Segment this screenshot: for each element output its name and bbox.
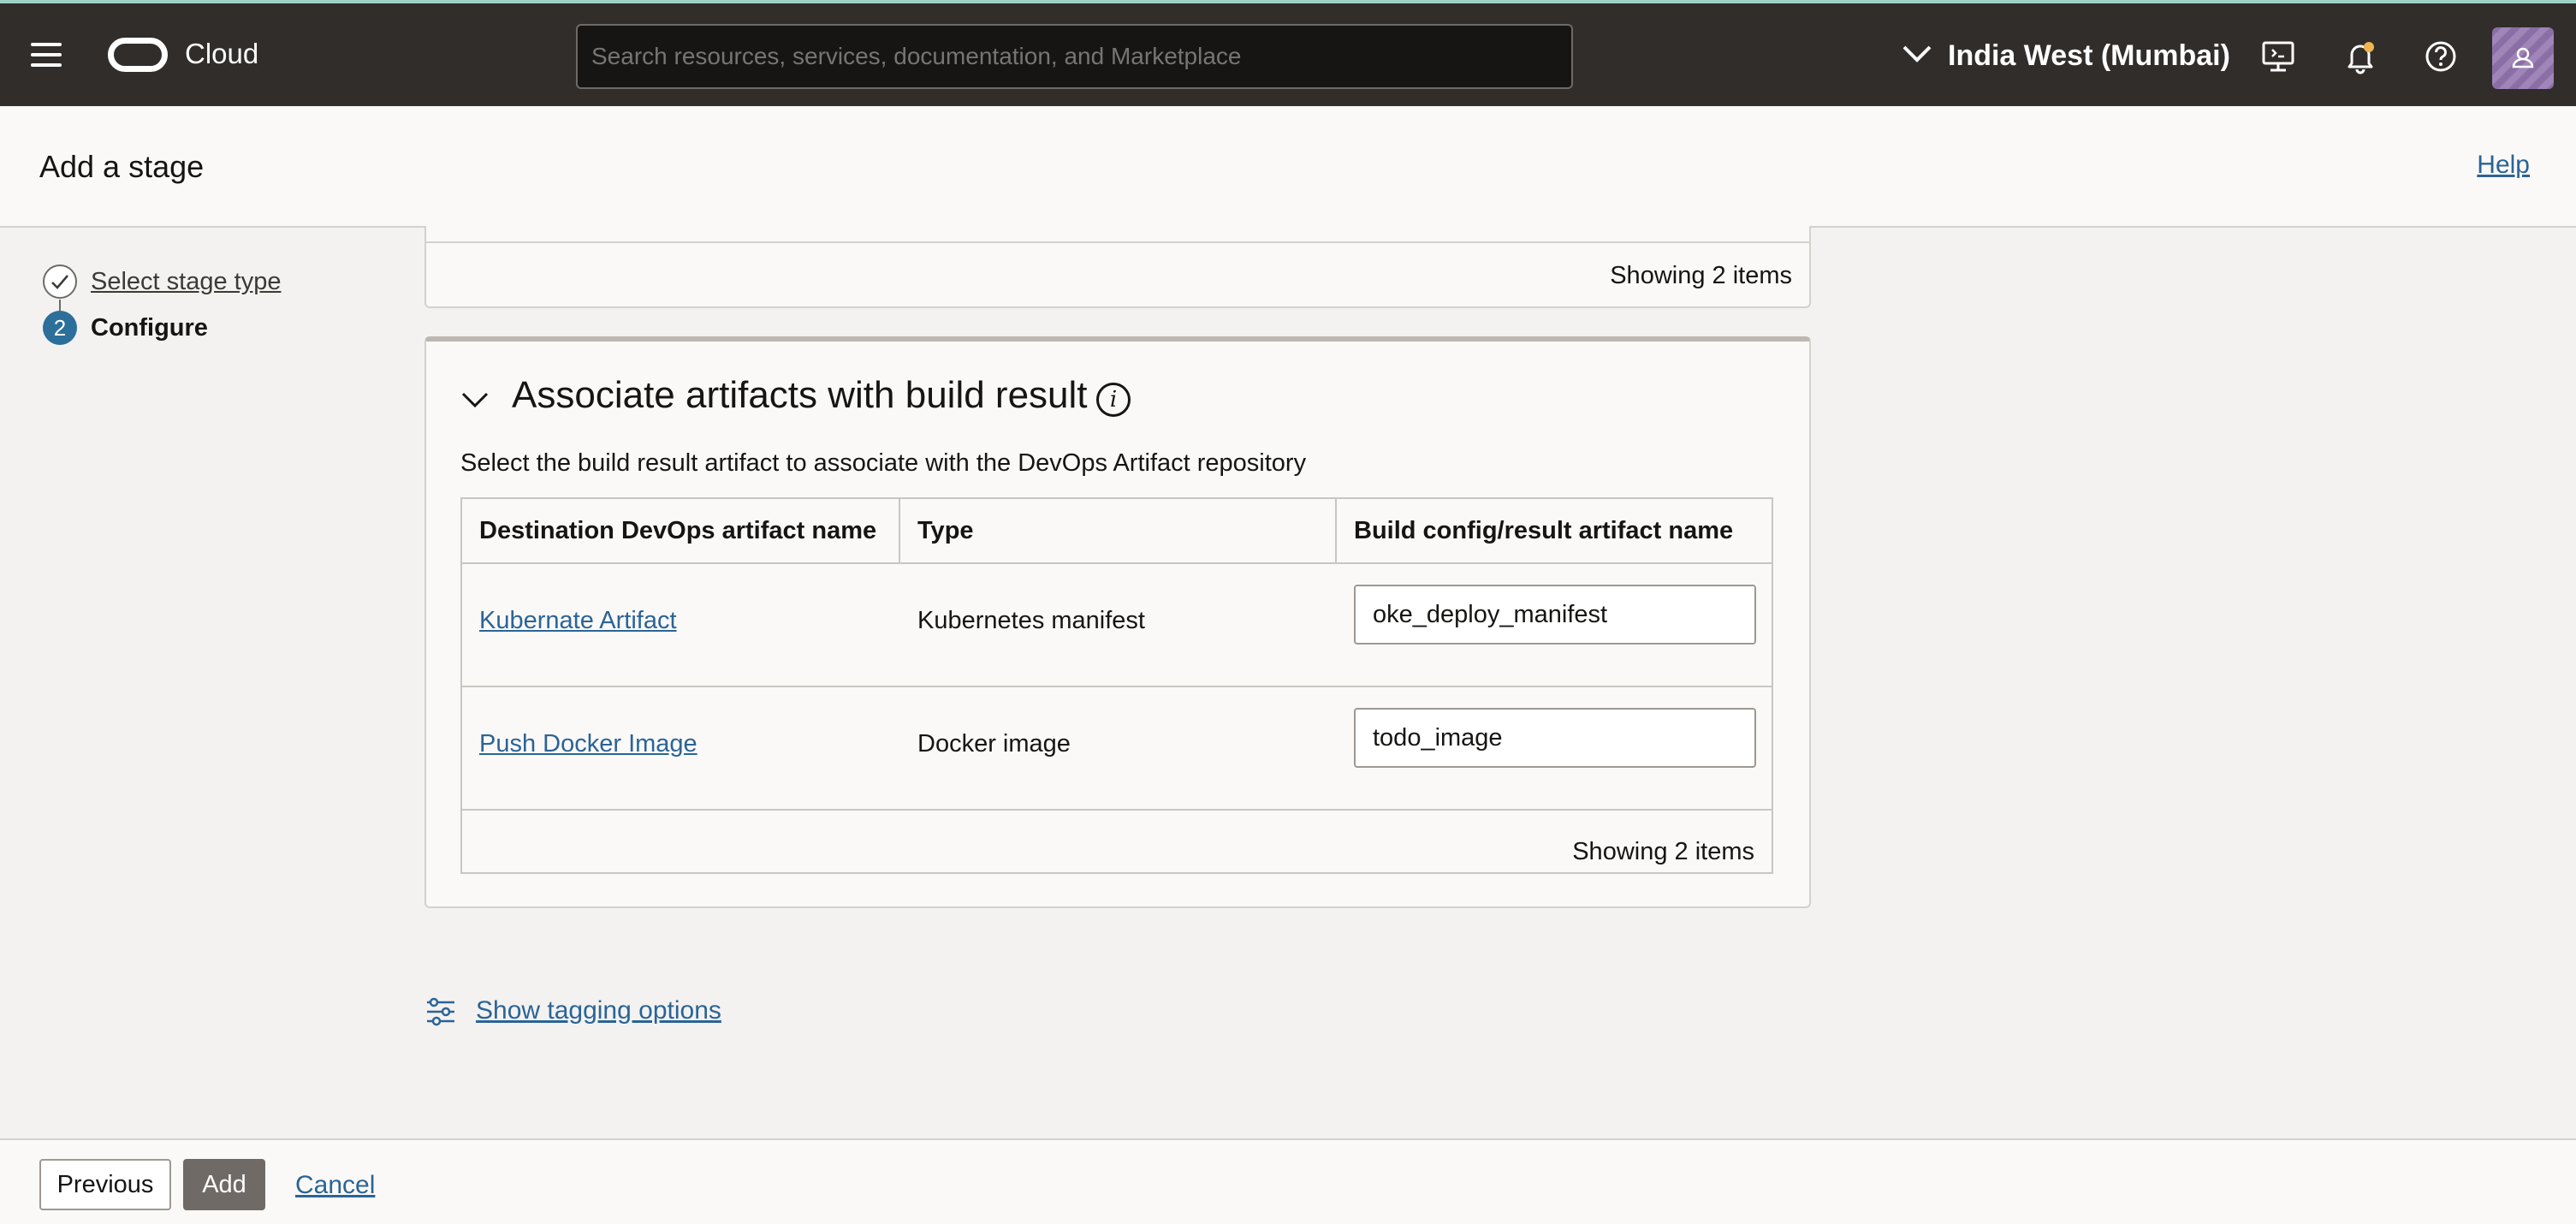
artifact-type: Kubernetes manifest	[917, 607, 1145, 634]
user-avatar[interactable]	[2492, 27, 2554, 89]
artifact-type: Docker image	[917, 730, 1071, 758]
page-header: Add a stage Help	[0, 106, 2576, 228]
sliders-icon[interactable]	[424, 995, 457, 1028]
menu-icon[interactable]	[31, 43, 62, 67]
info-icon[interactable]: i	[1096, 383, 1131, 417]
divider	[462, 809, 1772, 811]
section-description: Select the build result artifact to asso…	[460, 449, 1307, 477]
column-header: Build config/result artifact name	[1354, 517, 1734, 544]
divider	[426, 241, 1809, 243]
add-button[interactable]: Add	[183, 1159, 265, 1210]
user-icon	[2512, 47, 2534, 68]
cancel-link[interactable]: Cancel	[295, 1171, 375, 1200]
step-label: Configure	[91, 314, 208, 342]
artifact-result-name-input[interactable]	[1354, 708, 1756, 768]
cloud-shell-icon[interactable]	[2259, 38, 2297, 75]
chevron-down-icon[interactable]	[460, 391, 490, 408]
check-icon	[43, 264, 77, 299]
column-header: Destination DevOps artifact name	[462, 499, 900, 562]
item-count: Showing 2 items	[1572, 838, 1754, 865]
column-header: Type	[900, 499, 1337, 562]
artifacts-table: Destination DevOps artifact name Type Bu…	[460, 497, 1773, 874]
step-label[interactable]: Select stage type	[91, 268, 281, 296]
footer-action-bar: Previous Add Cancel	[0, 1138, 2576, 1224]
show-tagging-options-link[interactable]: Show tagging options	[476, 996, 721, 1025]
help-link[interactable]: Help	[2477, 151, 2530, 180]
associate-artifacts-section: Associate artifacts with build result i …	[424, 336, 1811, 908]
step-number: 2	[43, 311, 77, 345]
region-selector[interactable]: India West (Mumbai)	[1948, 39, 2230, 73]
artifact-result-name-input[interactable]	[1354, 585, 1756, 645]
help-icon[interactable]	[2422, 38, 2460, 75]
previous-section-card: Showing 2 items	[424, 226, 1811, 308]
oracle-logo[interactable]	[108, 38, 168, 72]
brand-name[interactable]: Cloud	[185, 38, 258, 70]
section-title: Associate artifacts with build result	[512, 374, 1088, 416]
artifact-name-link[interactable]: Kubernate Artifact	[479, 607, 677, 635]
previous-button[interactable]: Previous	[39, 1159, 171, 1210]
artifact-name-link[interactable]: Push Docker Image	[479, 730, 697, 758]
step-connector	[59, 300, 61, 312]
bell-icon[interactable]	[2342, 38, 2379, 75]
chevron-down-icon[interactable]	[1902, 45, 1932, 63]
search-input[interactable]	[576, 24, 1573, 89]
divider	[462, 686, 1772, 687]
item-count: Showing 2 items	[1610, 262, 1792, 289]
divider	[462, 562, 1772, 564]
top-navigation-bar: Cloud India West (Mumbai)	[0, 0, 2576, 106]
page-title: Add a stage	[39, 149, 205, 184]
